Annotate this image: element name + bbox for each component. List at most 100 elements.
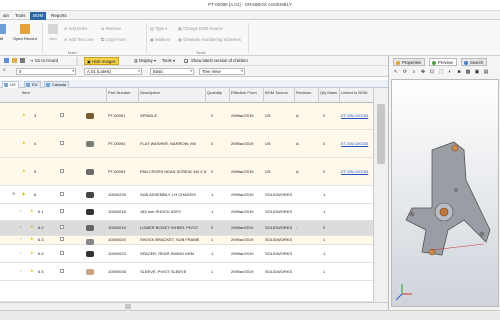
table-row[interactable] [0, 281, 373, 302]
rotate-icon[interactable]: ⟳ [402, 69, 408, 76]
expand-toggle-icon[interactable]: ⊖ [12, 191, 15, 196]
part-thumbnail [84, 166, 96, 178]
expand-toggle-icon[interactable]: › [20, 236, 21, 241]
expand-toggle-icon[interactable]: › [20, 250, 21, 255]
add-icon [48, 24, 58, 34]
add-button[interactable]: Add [44, 23, 62, 51]
home-icon[interactable] [4, 58, 9, 63]
column-header-bom-source[interactable]: BOM Source [265, 90, 288, 95]
add-text-line-button[interactable]: ⊕ Add Text Line [64, 36, 94, 44]
tab-preview[interactable]: Preview [429, 58, 457, 66]
tab-eu[interactable]: EU [24, 81, 41, 88]
cube-icon[interactable]: ■ [456, 69, 462, 76]
assembly-icon: ◆ [22, 191, 26, 196]
expand-toggle-icon[interactable]: › [20, 224, 21, 229]
table-row[interactable]: › ★ 6.2 10000019 LOWER BOGEY WHEEL PIVOT 2 29/… [0, 221, 373, 236]
row-checkbox[interactable] [60, 237, 64, 241]
cell-part-number: PT-00091 [108, 113, 126, 118]
column-header-part-number[interactable]: Part Number [108, 90, 131, 95]
shade-icon[interactable]: ◐ [447, 69, 453, 76]
tab-search[interactable]: Search [461, 58, 488, 66]
expand-toggle-icon[interactable]: › [20, 268, 21, 273]
type-dropdown[interactable]: ▤ Type ▾ [150, 25, 167, 33]
cell-qty-manu: 2 [323, 169, 326, 174]
menu-bom[interactable]: BOM [30, 12, 47, 20]
table-row[interactable]: › ★ 6.1 10000018 183 mm SHOCK ASSY 1 29/Mar/20… [0, 204, 373, 221]
menu-tools[interactable]: Tools [12, 12, 29, 20]
row-checkbox[interactable] [60, 192, 64, 196]
cell-item: 4 [34, 141, 37, 146]
hide-images-button[interactable]: ▣ Hide Images [84, 57, 119, 65]
zoom-icon[interactable]: ⌕ [411, 69, 417, 76]
vertical-scrollbar[interactable] [373, 88, 388, 302]
cell-linked-to-bom[interactable]: ET-SW-100253 [341, 169, 368, 174]
bookmark-icon[interactable] [12, 58, 17, 63]
row-checkbox[interactable] [60, 269, 64, 273]
column-header-effective-from[interactable]: Effective From [231, 90, 257, 95]
display-dropdown[interactable]: ▥ Display ▾ [134, 57, 156, 65]
cell-effective-from: 29/Mar/2019 [231, 113, 254, 118]
table-row[interactable]: › ★ 6.5 10000035 SLEEVE, PIVOT SLEEVE 1 29/Mar… [0, 263, 373, 281]
view-select[interactable]: Basic ▾ [150, 68, 194, 75]
cell-item: 6.5 [38, 269, 44, 274]
row-checkbox[interactable] [60, 225, 64, 229]
tab-canada[interactable]: Canada [44, 81, 70, 88]
go-to-record-button[interactable]: ➜ Go to record [30, 57, 58, 65]
view-front-icon[interactable]: ▤ [483, 69, 489, 76]
table-row[interactable]: ★ 3 PT-00091 SPINDLE 2 29/Mar/2019 US A 2 ET-SW-1… [0, 103, 373, 130]
column-header-item[interactable]: Item [22, 90, 30, 95]
row-checkbox[interactable] [60, 209, 64, 213]
markers-button[interactable]: ▣ Markers [150, 36, 170, 44]
scroll-thumb[interactable] [377, 104, 385, 164]
view-top-icon[interactable]: ▣ [474, 69, 480, 76]
scroll-thumb[interactable] [125, 304, 131, 309]
table-row[interactable]: ★ 4 PT-00092 FLAT WASHER, NARROW, M4 2 29/Mar… [0, 130, 373, 158]
pan-icon[interactable]: ✥ [420, 69, 426, 76]
view-iso-icon[interactable]: ▩ [465, 69, 471, 76]
table-row[interactable]: ★ 5 PT-00093 PAN CROSS HEAD SCREW, M4 X 8 2 2… [0, 158, 373, 186]
cell-linked-to-bom[interactable]: ET-SW-100253 [341, 141, 368, 146]
ribbon-separator [42, 23, 43, 53]
horizontal-scrollbar[interactable] [0, 302, 388, 310]
add-items-button[interactable]: ⊕ Add Items [64, 25, 87, 33]
copy-from-button[interactable]: ⧉ Copy From [101, 36, 126, 44]
select-icon[interactable]: ↖ [393, 69, 399, 76]
tab-properties[interactable]: Properties [393, 58, 426, 66]
table-row[interactable]: › ★ 6.4 10000023 SPACER, REAR SWING ARM 1 29/M… [0, 245, 373, 263]
zoom-area-icon[interactable]: ⬚ [438, 69, 444, 76]
column-header-qty-manu[interactable]: Qty Manu [320, 90, 337, 95]
column-divider [106, 88, 107, 103]
show-latest-checkbox[interactable]: ✓ [184, 59, 188, 64]
search-icon[interactable]: ⌕ [3, 68, 7, 73]
filter-icon[interactable] [20, 58, 25, 63]
edit-button[interactable]: dit [0, 23, 8, 51]
table-row[interactable]: › ★ 6.3 10000020 SHOCK BRACKET, SUB FRAME 1 29… [0, 236, 373, 245]
expand-toggle-icon[interactable]: › [20, 208, 21, 213]
3d-viewport[interactable] [391, 79, 499, 307]
tools-dropdown[interactable]: Tools ▾ [162, 57, 175, 65]
change-bom-source-button[interactable]: ▦ Change BOM Source [178, 25, 223, 33]
generate-numbering-button[interactable]: ▦ Generate Numbering Schemes [178, 36, 241, 44]
row-checkbox[interactable] [60, 113, 64, 117]
open-record-button[interactable]: Open Record [10, 23, 40, 51]
axis-triad [395, 284, 412, 301]
revision-select[interactable]: A.01 (Latest) ▾ [84, 68, 142, 75]
column-header-revision[interactable]: Revision [296, 90, 311, 95]
menu-main[interactable]: ain [0, 12, 12, 20]
item-select[interactable]: 0 ▾ [16, 68, 76, 75]
column-header-quantity[interactable]: Quantity [207, 90, 222, 95]
cell-linked-to-bom[interactable]: ET-SW-100253 [341, 113, 368, 118]
column-header-linked-to-bom[interactable]: Linked to BOM [341, 90, 367, 95]
row-checkbox[interactable] [60, 169, 64, 173]
remove-button[interactable]: ⊗ Remove [101, 25, 121, 33]
table-row[interactable]: ⊖ ◆ 6 10000239 SUB ASSEMBLY, LH CHASSIS 1 29/M… [0, 186, 373, 204]
menu-reports[interactable]: Reports [48, 12, 70, 20]
row-checkbox[interactable] [60, 141, 64, 145]
zoom-fit-icon[interactable]: ⊡ [429, 69, 435, 76]
tab-us[interactable]: US [2, 81, 19, 88]
column-header-description[interactable]: Description [140, 90, 160, 95]
tree-view-select[interactable]: Tree View ▾ [199, 68, 245, 75]
cell-effective-from: 29/Mar/2019 [231, 237, 254, 242]
cell-quantity: 1 [211, 192, 214, 197]
row-checkbox[interactable] [60, 251, 64, 255]
